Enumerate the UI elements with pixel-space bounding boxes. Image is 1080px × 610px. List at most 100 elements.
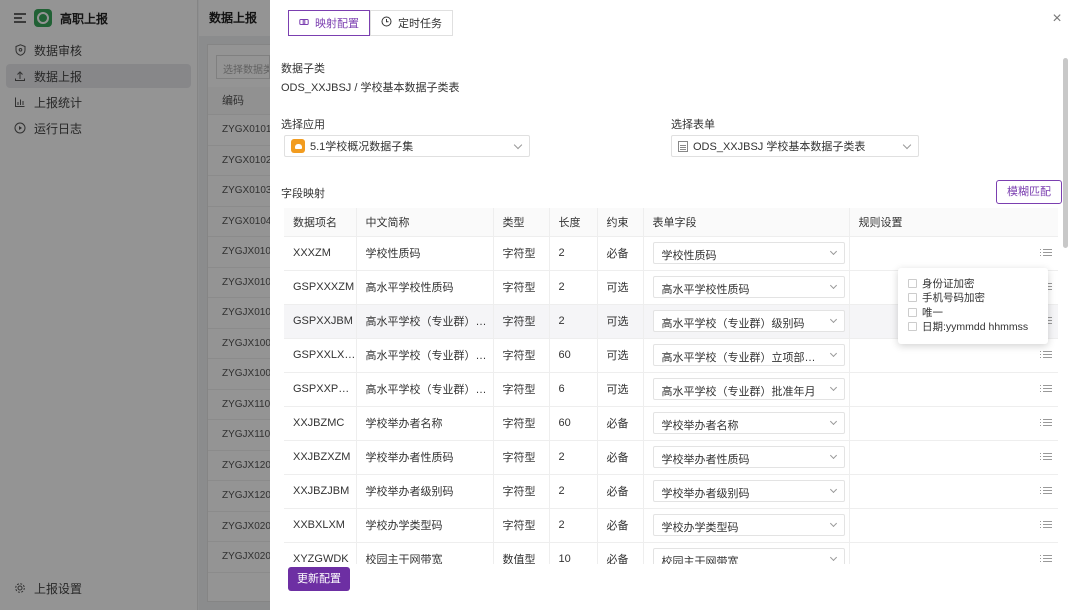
fuzzy-match-button[interactable]: 模糊匹配 (996, 180, 1062, 204)
cell-rules (849, 372, 1058, 407)
table-header-row: 数据项名 中文简称 类型 长度 约束 表单字段 规则设置 (284, 208, 1058, 237)
cell-form-field: 学校办学类型码 (643, 508, 850, 543)
cell-field-name: XXBXLXM (284, 508, 357, 543)
table-row: XXJBZMC 学校举办者名称 字符型 60 必备 学校举办者名称 (284, 406, 1058, 441)
cell-type: 字符型 (493, 304, 550, 339)
col-header-length: 长度 (549, 208, 598, 237)
form-field-select[interactable]: 高水平学校（专业群）立项部门名称 (652, 344, 845, 366)
cell-cn-name: 高水平学校性质码 (356, 270, 494, 305)
cell-form-field: 高水平学校（专业群）批准年月 (643, 372, 850, 407)
form-field-select[interactable]: 学校办学类型码 (652, 514, 845, 536)
cell-rules (849, 406, 1058, 441)
cell-constraint: 必备 (597, 474, 644, 509)
list-settings-icon[interactable] (1039, 452, 1052, 462)
list-settings-icon[interactable] (1039, 248, 1052, 258)
form-field-select[interactable]: 高水平学校（专业群）级别码 (652, 310, 845, 332)
app-folder-icon (291, 139, 305, 153)
checkbox[interactable] (908, 322, 917, 332)
chevron-down-icon (829, 451, 837, 460)
list-settings-icon[interactable] (1039, 384, 1052, 394)
form-field-value: 高水平学校（专业群）批准年月 (661, 386, 816, 398)
chevron-down-icon (829, 281, 837, 290)
cell-rules (849, 508, 1058, 543)
list-settings-icon[interactable] (1039, 520, 1052, 530)
list-settings-icon[interactable] (1039, 350, 1052, 360)
list-settings-icon[interactable] (1039, 486, 1052, 496)
form-field-value: 学校办学类型码 (661, 522, 739, 534)
cell-cn-name: 学校举办者性质码 (356, 440, 494, 475)
checkbox[interactable] (908, 278, 917, 288)
cell-cn-name: 学校举办者级别码 (356, 474, 494, 509)
rule-option[interactable]: 身份证加密 (908, 276, 1038, 291)
form-field-select[interactable]: 学校举办者名称 (652, 412, 845, 434)
cell-constraint: 必备 (597, 236, 644, 271)
cell-cn-name: 校园主干网带宽 (356, 542, 494, 564)
checkbox[interactable] (908, 307, 917, 317)
rule-settings-popover: 身份证加密 手机号码加密 唯一 日期:yymmdd hhmmss (898, 268, 1048, 344)
cell-form-field: 学校性质码 (643, 236, 850, 271)
list-settings-icon[interactable] (1039, 418, 1052, 428)
close-icon[interactable]: × (1050, 11, 1064, 27)
rule-option[interactable]: 日期:yymmdd hhmmss (908, 320, 1038, 335)
rule-option-label: 唯一 (922, 306, 943, 319)
cell-length: 6 (549, 372, 598, 407)
rule-option[interactable]: 手机号码加密 (908, 291, 1038, 306)
tab-label: 映射配置 (315, 18, 359, 30)
cell-type: 字符型 (493, 508, 550, 543)
clock-icon (381, 16, 392, 30)
cell-type: 字符型 (493, 372, 550, 407)
cell-field-name: GSPXXJBM (284, 304, 357, 339)
cell-form-field: 学校举办者级别码 (643, 474, 850, 509)
cell-length: 60 (549, 338, 598, 373)
col-header-constraint: 约束 (597, 208, 644, 237)
cell-type: 字符型 (493, 406, 550, 441)
link-icon (299, 17, 309, 30)
cell-rules (849, 440, 1058, 475)
cell-type: 字符型 (493, 236, 550, 271)
table-row: XXJBZJBM 学校举办者级别码 字符型 2 必备 学校举办者级别码 (284, 474, 1058, 509)
subclass-value: ODS_XXJBSJ / 学校基本数据子类表 (281, 82, 460, 94)
checkbox[interactable] (908, 293, 917, 303)
form-field-select[interactable]: 学校举办者性质码 (652, 446, 845, 468)
col-header-cn: 中文简称 (356, 208, 494, 237)
col-header-form-field: 表单字段 (643, 208, 850, 237)
cell-form-field: 校园主干网带宽 (643, 542, 850, 564)
cell-form-field: 高水平学校性质码 (643, 270, 850, 305)
table-row: XXBXLXM 学校办学类型码 字符型 2 必备 学校办学类型码 (284, 508, 1058, 543)
cell-constraint: 必备 (597, 440, 644, 475)
col-header-type: 类型 (493, 208, 550, 237)
cell-constraint: 可选 (597, 304, 644, 339)
chevron-down-icon (829, 417, 837, 426)
table-row: GSPXXPZNY高水平学校（专业群）批准年月字符型6可选高水平学校（专业群）批… (284, 372, 1058, 407)
form-field-value: 学校举办者性质码 (661, 454, 750, 466)
form-field-select[interactable]: 学校性质码 (652, 242, 845, 264)
cell-field-name: XXJBZXZM (284, 440, 357, 475)
tab-mapping-config[interactable]: 映射配置 (288, 10, 370, 36)
cell-cn-name: 学校办学类型码 (356, 508, 494, 543)
update-config-button[interactable]: 更新配置 (288, 567, 350, 591)
tab-scheduled-task[interactable]: 定时任务 (370, 10, 453, 36)
list-settings-icon[interactable] (1039, 554, 1052, 564)
cell-constraint: 必备 (597, 406, 644, 441)
form-field-select[interactable]: 学校举办者级别码 (652, 480, 845, 502)
cell-type: 字符型 (493, 338, 550, 373)
cell-type: 字符型 (493, 474, 550, 509)
cell-rules (849, 236, 1058, 271)
rule-option[interactable]: 唯一 (908, 305, 1038, 320)
form-field-value: 高水平学校（专业群）级别码 (661, 318, 805, 330)
rule-option-label: 手机号码加密 (922, 292, 985, 305)
cell-length: 2 (549, 270, 598, 305)
table-row: XXXZM 学校性质码 字符型 2 必备 学校性质码 (284, 236, 1058, 271)
form-select[interactable]: ODS_XXJBSJ 学校基本数据子类表 (671, 135, 919, 157)
drawer-scrollbar[interactable] (1063, 58, 1068, 248)
chevron-down-icon (829, 247, 837, 256)
col-header-rules: 规则设置 (849, 208, 1058, 237)
field-mapping-label: 字段映射 (281, 188, 325, 200)
form-field-select[interactable]: 高水平学校（专业群）批准年月 (652, 378, 845, 400)
field-mapping-table: 数据项名 中文简称 类型 长度 约束 表单字段 规则设置 XXXZM 学校性质码字… (284, 208, 1058, 564)
app-select[interactable]: 5.1学校概况数据子集 (284, 135, 530, 157)
form-field-select[interactable]: 校园主干网带宽 (652, 548, 845, 564)
cell-type: 字符型 (493, 440, 550, 475)
form-field-select[interactable]: 高水平学校性质码 (652, 276, 845, 298)
cell-field-name: XXJBZJBM (284, 474, 357, 509)
